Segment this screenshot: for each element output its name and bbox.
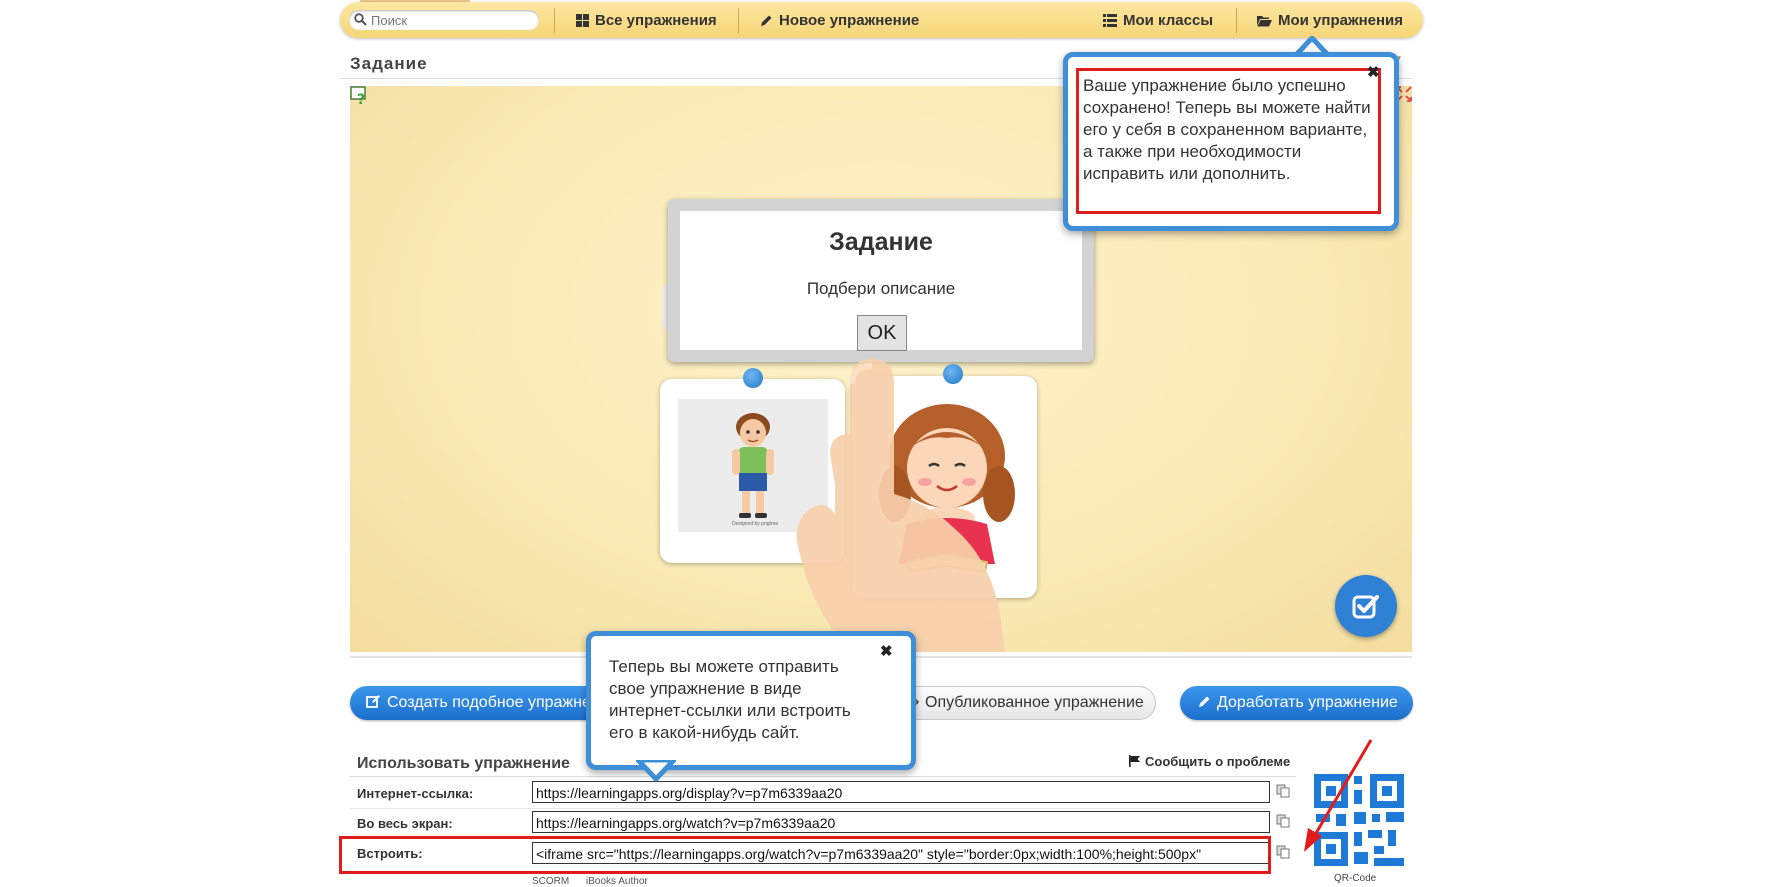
task-dialog-title: Задание bbox=[829, 228, 933, 256]
published-exercise-button[interactable]: Опубликованное упражнение bbox=[890, 686, 1156, 720]
published-exercise-label: Опубликованное упражнение bbox=[925, 694, 1144, 711]
create-similar-button[interactable]: Создать подобное упражнение bbox=[350, 686, 610, 720]
search-input[interactable]: Поиск bbox=[349, 10, 539, 30]
pencil-icon bbox=[761, 15, 772, 26]
pencil-icon bbox=[1199, 696, 1210, 707]
nav-divider bbox=[1236, 8, 1237, 33]
boy-illustration bbox=[732, 413, 774, 518]
flag-icon bbox=[1129, 755, 1140, 767]
saved-notification-tooltip: Ваше упражнение было успешно сохранено! … bbox=[1063, 52, 1399, 231]
use-section-divider bbox=[350, 776, 1296, 777]
card-pin[interactable] bbox=[743, 368, 763, 388]
ok-button[interactable]: OK bbox=[857, 315, 907, 351]
report-problem-link[interactable]: Сообщить о проблеме bbox=[1129, 754, 1290, 769]
search-icon bbox=[354, 13, 367, 26]
nav-divider bbox=[738, 8, 739, 33]
task-dialog-body: Задание Подбери описание OK bbox=[680, 211, 1082, 351]
edit-square-icon bbox=[366, 695, 380, 708]
tooltip-pointer bbox=[636, 758, 676, 782]
close-icon[interactable]: ✖ bbox=[1367, 63, 1380, 81]
close-icon[interactable]: ✖ bbox=[880, 642, 893, 660]
create-similar-label: Создать подобное упражнение bbox=[387, 694, 610, 711]
task-dialog: Задание Подбери описание OK bbox=[668, 199, 1094, 362]
internet-link-field[interactable]: https://learningapps.org/display?v=p7m63… bbox=[532, 781, 1270, 803]
row-divider bbox=[350, 808, 1270, 809]
ibooks-author-link[interactable]: iBooks Author bbox=[586, 876, 648, 887]
checkbox-check-icon bbox=[1352, 595, 1379, 619]
internet-link-label: Интернет-ссылка: bbox=[357, 786, 474, 801]
export-links: SCORM iBooks Author bbox=[532, 876, 648, 887]
nav-my-exercises-label: Мои упражнения bbox=[1278, 12, 1404, 29]
check-answer-button[interactable] bbox=[1335, 575, 1397, 637]
image-credit: Designed by pngtree bbox=[732, 521, 779, 527]
folder-open-icon bbox=[1257, 16, 1272, 27]
list-icon bbox=[1103, 14, 1117, 27]
nav-all-exercises[interactable]: Все упражнения bbox=[576, 12, 717, 29]
task-dialog-text: Подбери описание bbox=[806, 279, 956, 298]
grid-icon bbox=[576, 14, 589, 27]
scorm-link[interactable]: SCORM bbox=[532, 876, 569, 887]
nav-my-classes[interactable]: Мои классы bbox=[1103, 12, 1213, 29]
use-exercise-heading: Использовать упражнение bbox=[357, 755, 570, 772]
copy-icon[interactable] bbox=[1276, 784, 1290, 798]
report-problem-label: Сообщить о проблеме bbox=[1145, 754, 1291, 769]
top-navigation: Поиск Все упражнения Новое упражнение Мо… bbox=[340, 2, 1423, 38]
help-edit-icon[interactable]: ? bbox=[350, 86, 370, 106]
hand-pointer-illustration bbox=[796, 359, 1005, 652]
copy-icon[interactable] bbox=[1276, 845, 1290, 859]
fullscreen-link-field[interactable]: https://learningapps.org/watch?v=p7m6339… bbox=[532, 811, 1270, 833]
embed-row-highlight bbox=[339, 836, 1271, 874]
refine-exercise-button[interactable]: Доработать упражнение bbox=[1180, 686, 1413, 720]
search-placeholder: Поиск bbox=[371, 13, 408, 28]
svg-text:?: ? bbox=[357, 92, 365, 106]
annotation-arrow bbox=[1304, 739, 1373, 852]
share-hint-tooltip: Теперь вы можете отправить свое упражнен… bbox=[586, 631, 916, 770]
share-hint-text: Теперь вы можете отправить свое упражнен… bbox=[609, 657, 851, 742]
copy-icon[interactable] bbox=[1276, 814, 1290, 828]
nav-new-exercise-label: Новое упражнение bbox=[779, 12, 920, 29]
page-title: Задание bbox=[350, 54, 428, 73]
nav-all-exercises-label: Все упражнения bbox=[595, 12, 717, 29]
qr-code-label: QR-Code bbox=[1334, 873, 1377, 884]
refine-exercise-label: Доработать упражнение bbox=[1217, 694, 1398, 711]
fullscreen-link-label: Во весь экран: bbox=[357, 816, 453, 831]
nav-my-exercises[interactable]: Мои упражнения bbox=[1257, 12, 1403, 29]
saved-message-text: Ваше упражнение было успешно сохранено! … bbox=[1083, 76, 1371, 183]
nav-divider bbox=[554, 8, 555, 33]
nav-my-classes-label: Мои классы bbox=[1123, 12, 1214, 29]
nav-new-exercise[interactable]: Новое упражнение bbox=[760, 12, 919, 29]
